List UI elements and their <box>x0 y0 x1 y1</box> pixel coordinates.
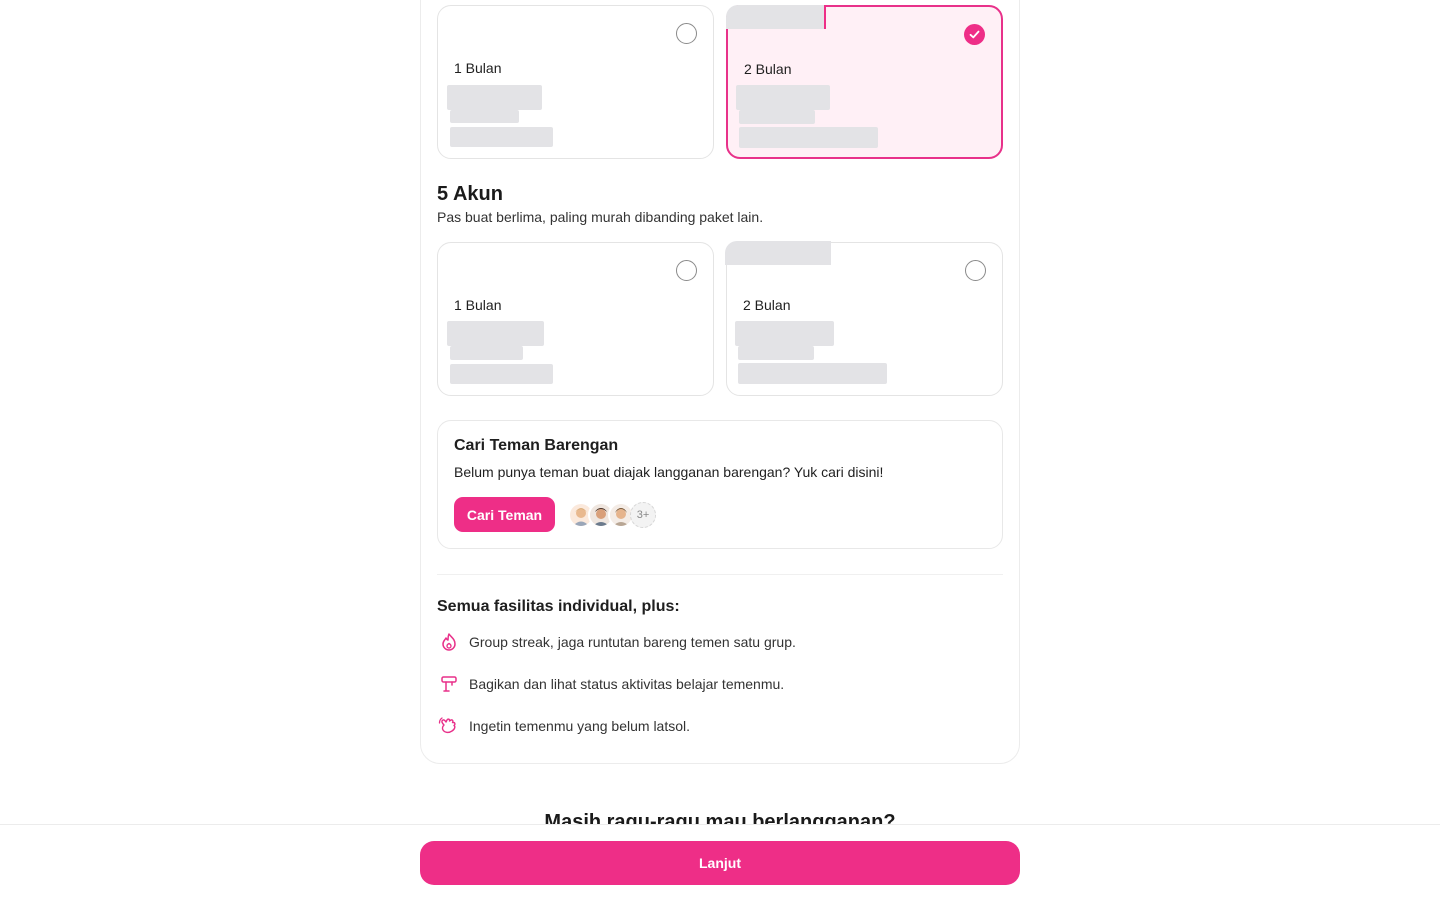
plan-duration-label: 2 Bulan <box>744 61 792 77</box>
radio-unchecked[interactable] <box>676 260 697 281</box>
section-subtitle: Pas buat berlima, paling murah dibanding… <box>437 209 764 225</box>
price-skeleton <box>736 85 830 110</box>
info-skeleton <box>738 363 887 384</box>
info-skeleton <box>450 364 553 384</box>
radio-checked[interactable] <box>964 24 985 45</box>
price-sub-skeleton <box>450 346 523 360</box>
plan-duration-label: 1 Bulan <box>454 297 502 313</box>
features-title: Semua fasilitas individual, plus: <box>437 598 680 615</box>
find-friends-card: Cari Teman Barengan Belum punya teman bu… <box>437 420 1003 549</box>
plan-duration-label: 1 Bulan <box>454 60 502 76</box>
discount-badge-skeleton <box>725 241 831 265</box>
find-friends-button[interactable]: Cari Teman <box>454 497 555 532</box>
price-skeleton <box>735 321 834 346</box>
price-skeleton <box>447 85 542 110</box>
feature-text: Ingetin temenmu yang belum latsol. <box>469 718 691 734</box>
radio-unchecked[interactable] <box>965 260 986 281</box>
info-skeleton <box>450 127 553 147</box>
section-title: 5 Akun <box>437 183 503 205</box>
feature-item: Group streak, jaga runtutan bareng temen… <box>437 631 796 653</box>
feature-item: Ingetin temenmu yang belum latsol. <box>437 715 690 737</box>
discount-badge-skeleton <box>726 5 826 29</box>
plan-card-2akun-2bulan[interactable]: 2 Bulan <box>726 5 1003 159</box>
find-friends-title: Cari Teman Barengan <box>454 437 619 454</box>
info-skeleton <box>739 127 878 148</box>
feature-item: Bagikan dan lihat status aktivitas belaj… <box>437 673 784 695</box>
feature-text: Bagikan dan lihat status aktivitas belaj… <box>469 676 785 692</box>
bottom-action-bar: Lanjut <box>0 824 1440 900</box>
plan-card-5akun-2bulan[interactable]: 2 Bulan <box>725 241 1003 396</box>
plan-card-2akun-1bulan[interactable]: 1 Bulan <box>437 5 714 159</box>
price-sub-skeleton <box>739 110 815 124</box>
check-icon <box>969 30 980 39</box>
plan-duration-label: 2 Bulan <box>743 297 791 313</box>
find-friends-description: Belum punya teman buat diajak langganan … <box>454 464 884 480</box>
lamp-icon <box>437 673 461 695</box>
price-sub-skeleton <box>738 346 814 360</box>
price-skeleton <box>447 321 544 346</box>
feature-text: Group streak, jaga runtutan bareng temen… <box>469 634 796 650</box>
avatar-more-count: 3+ <box>630 502 656 528</box>
continue-button[interactable]: Lanjut <box>420 841 1020 885</box>
price-sub-skeleton <box>450 110 519 123</box>
flame-icon <box>437 631 461 653</box>
wave-hand-icon <box>437 715 461 737</box>
radio-unchecked[interactable] <box>676 23 697 44</box>
plan-card-5akun-1bulan[interactable]: 1 Bulan <box>437 242 714 396</box>
divider <box>437 574 1003 575</box>
